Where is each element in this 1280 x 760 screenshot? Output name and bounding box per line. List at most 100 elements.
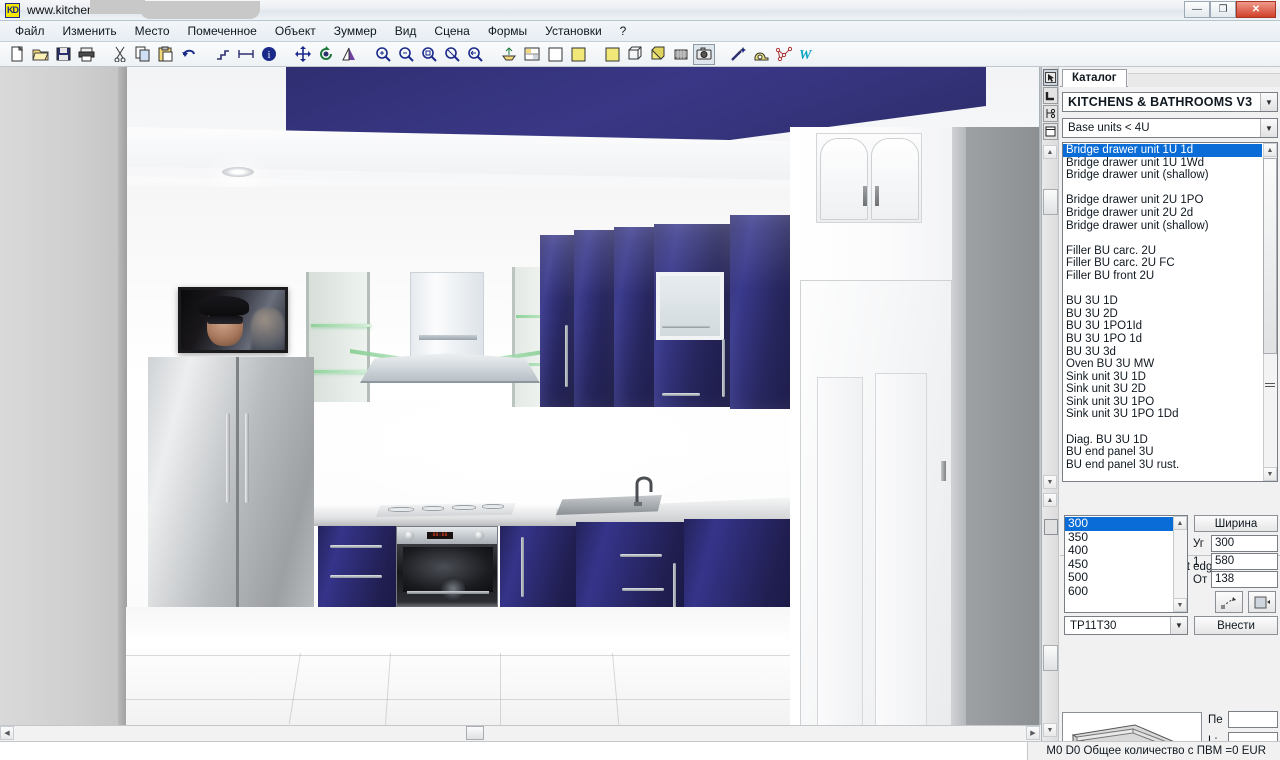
list-item[interactable] [1063,283,1262,296]
save-disk-icon[interactable] [52,44,74,65]
field-length[interactable]: 580 [1211,553,1278,570]
dimension-icon[interactable] [1043,105,1058,122]
rail-scroll-down-arrow[interactable]: ▼ [1043,475,1057,489]
plan-view-icon[interactable] [521,44,543,65]
menu-zoom[interactable]: Зуммер [325,22,386,40]
menu-file[interactable]: Файл [6,22,54,40]
list-item[interactable]: Bridge drawer unit 2U 2d [1063,207,1262,220]
undo-icon[interactable] [178,44,200,65]
wireframe-box-icon[interactable] [624,44,646,65]
menu-view[interactable]: Вид [386,22,426,40]
new-document-icon[interactable] [6,44,28,65]
list-item[interactable] [1063,182,1262,195]
rotate-icon[interactable] [315,44,337,65]
viewport-horizontal-scrollbar[interactable]: ◀ ▶ [0,725,1040,741]
texture-box-icon[interactable] [670,44,692,65]
stairs-icon[interactable] [212,44,234,65]
size-option[interactable]: 300 [1065,516,1173,531]
print-icon[interactable] [75,44,97,65]
list-item[interactable]: Sink unit 3U 1PO [1063,396,1262,409]
list-scrollbar[interactable]: ▲ ▼ [1263,143,1277,481]
menu-marked[interactable]: Помеченное [179,22,266,40]
list-scroll-down-arrow[interactable]: ▼ [1263,467,1277,481]
list-item[interactable]: Oven BU 3U MW [1063,358,1262,371]
solid-box-icon[interactable] [647,44,669,65]
list-item[interactable]: Bridge drawer unit 2U 1PO [1063,194,1262,207]
model-code-select[interactable]: TP11T30 ▼ [1064,616,1188,635]
menu-forms[interactable]: Формы [479,22,536,40]
zoom-extents-icon[interactable] [464,44,486,65]
field-ug[interactable]: 300 [1211,535,1278,552]
size-option[interactable]: 500 [1065,571,1173,585]
list-item[interactable]: BU 3U 2D [1063,308,1262,321]
list-item[interactable]: BU end panel 3U rust. [1063,459,1262,472]
list-item[interactable]: Bridge drawer unit 1U 1Wd [1063,157,1262,170]
size-list[interactable]: 300 350 400 450 500 600 ▲ ▼ [1064,515,1188,613]
chevron-down-icon[interactable]: ▼ [1170,617,1187,634]
close-button[interactable]: ✕ [1236,1,1276,18]
open-folder-icon[interactable] [29,44,51,65]
list-scroll-thumb[interactable] [1263,158,1277,354]
menu-scene[interactable]: Сцена [425,22,478,40]
restore-button[interactable]: ❐ [1210,1,1236,18]
perspective-icon[interactable] [498,44,520,65]
apply-button[interactable]: Внести [1194,616,1278,635]
rail-scroll-thumb[interactable] [1043,189,1058,215]
list-item[interactable]: Sink unit 3U 2D [1063,383,1262,396]
cabinet-icon[interactable] [1043,123,1058,140]
size-list-scrollbar[interactable]: ▲ ▼ [1173,516,1187,612]
size-scroll-down-arrow[interactable]: ▼ [1173,598,1187,612]
size-option[interactable]: 400 [1065,544,1173,558]
paste-icon[interactable] [155,44,177,65]
mirror-icon[interactable] [338,44,360,65]
list-item[interactable]: Bridge drawer unit 1U 1d [1063,144,1262,157]
list-item[interactable]: Bridge drawer unit (shallow) [1063,220,1262,233]
viewport-3d[interactable]: 88:88 [0,67,1040,725]
list-item[interactable]: BU 3U 1PO1Id [1063,320,1262,333]
camera-icon[interactable] [693,43,715,65]
field-pe[interactable] [1228,711,1278,728]
select-arrow-icon[interactable] [1043,69,1058,86]
chevron-down-icon[interactable]: ▼ [1260,93,1277,111]
menu-help[interactable]: ? [611,22,636,40]
zoom-window-icon[interactable] [418,44,440,65]
size-option[interactable]: 350 [1065,530,1173,545]
measure-width-icon[interactable] [235,44,257,65]
scroll-thumb-horizontal[interactable] [466,726,484,740]
list-item[interactable]: BU 3U 1PO 1d [1063,333,1262,346]
magic-wand-icon[interactable] [727,44,749,65]
rail-scroll-down-arrow-2[interactable]: ▼ [1043,723,1057,737]
list-item[interactable]: Filler BU front 2U [1063,270,1262,283]
list-item[interactable]: BU 3U 3d [1063,346,1262,359]
chevron-down-icon[interactable]: ▼ [1260,119,1277,137]
list-item[interactable] [1063,421,1262,434]
copy-icon[interactable] [132,44,154,65]
list-scroll-up-arrow[interactable]: ▲ [1263,143,1277,157]
field-offset[interactable]: 138 [1211,571,1278,588]
white-swatch-icon[interactable] [544,44,566,65]
panel-collapse-toggle[interactable] [1044,519,1058,535]
size-option[interactable]: 450 [1065,557,1173,572]
size-scroll-up-arrow[interactable]: ▲ [1173,516,1187,530]
list-item[interactable]: Diag. BU 3U 1D [1063,434,1262,447]
menu-object[interactable]: Объект [266,22,325,40]
width-button[interactable]: Ширина [1194,515,1278,532]
scroll-left-arrow[interactable]: ◀ [0,726,14,740]
yellow-swatch-icon[interactable] [567,44,589,65]
rail-scroll-up-arrow-2[interactable]: ▲ [1043,493,1057,507]
text-w-icon[interactable]: W [796,44,818,65]
list-item[interactable]: Bridge drawer unit (shallow) [1063,169,1262,182]
menu-edit[interactable]: Изменить [54,22,126,40]
minimize-button[interactable]: — [1184,1,1210,18]
list-item[interactable]: BU 3U 1D [1063,295,1262,308]
rail-scroll-thumb-2[interactable] [1043,645,1058,671]
tab-catalog[interactable]: Каталог [1062,69,1127,87]
list-item[interactable]: Filler BU carc. 2U FC [1063,257,1262,270]
snap-fill-icon[interactable] [1248,591,1276,613]
size-option[interactable]: 600 [1065,584,1173,599]
list-item[interactable]: Filler BU carc. 2U [1063,245,1262,258]
list-item[interactable]: BU end panel 3U [1063,446,1262,459]
scroll-right-arrow[interactable]: ▶ [1026,726,1040,740]
list-item[interactable] [1063,232,1262,245]
rail-scroll-up-arrow[interactable]: ▲ [1043,145,1057,159]
